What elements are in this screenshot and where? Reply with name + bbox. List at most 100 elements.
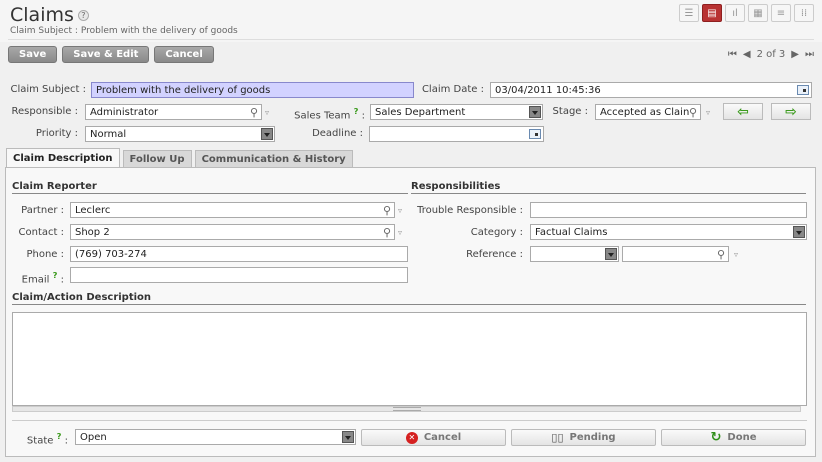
description-textarea[interactable] [12, 312, 807, 406]
stage-search-icon[interactable]: ⚲ [689, 106, 697, 119]
pager-prev-icon[interactable]: ◀ [743, 49, 751, 60]
arrow-right-icon: ⇨ [785, 103, 797, 120]
next-stage-button[interactable]: ⇨ [771, 103, 811, 120]
done-button[interactable]: ↻ Done [661, 429, 806, 446]
responsibilities-divider [411, 193, 806, 194]
tab-communication-history[interactable]: Communication & History [194, 150, 353, 167]
responsible-label: Responsible : [11, 106, 78, 117]
sales-team-label: Sales Team ? : [280, 106, 365, 121]
phone-label: Phone : [26, 249, 64, 260]
help-icon[interactable]: ? [77, 10, 89, 21]
claim-date-label: Claim Date : [421, 84, 484, 95]
email-colon: : [60, 274, 64, 286]
header-divider [8, 39, 814, 40]
cancel-icon: ✕ [405, 431, 418, 444]
contact-label: Contact : [18, 227, 64, 238]
done-label: Done [727, 432, 757, 443]
list-view-icon[interactable]: ☰ [679, 4, 699, 22]
deadline-label: Deadline : [312, 128, 363, 139]
toolbar: Save Save & Edit Cancel [8, 46, 214, 63]
grid-view-icon[interactable]: ⁞⁞ [794, 4, 814, 22]
form-view-icon[interactable]: ▤ [702, 4, 722, 22]
previous-stage-button[interactable]: ⇦ [723, 103, 763, 120]
email-help-icon[interactable]: ? [53, 270, 58, 280]
responsible-dropdown-icon[interactable]: ▿ [265, 108, 269, 117]
state-select[interactable]: Open [75, 429, 356, 445]
arrow-left-icon: ⇦ [737, 103, 749, 120]
sales-team-select[interactable]: Sales Department [370, 104, 543, 120]
category-select[interactable]: Factual Claims [530, 224, 807, 240]
claim-reporter-title: Claim Reporter [12, 181, 97, 192]
claim-subject-input[interactable]: Problem with the delivery of goods [91, 82, 414, 98]
pager-first-icon[interactable]: ⏮ [728, 49, 737, 60]
pager-next-icon[interactable]: ▶ [791, 49, 799, 60]
notebook-tabs: Claim Description Follow Up Communicatio… [6, 148, 353, 167]
state-colon: : [64, 435, 68, 447]
reference-label: Reference : [466, 249, 523, 260]
email-label-text: Email [21, 274, 50, 286]
gantt-view-icon[interactable]: ≡ [771, 4, 791, 22]
contact-dropdown-icon[interactable]: ▿ [398, 228, 402, 237]
cancel-button[interactable]: Cancel [154, 46, 214, 63]
description-title: Claim/Action Description [12, 292, 152, 303]
pager-text: 2 of 3 [756, 49, 786, 60]
state-help-icon[interactable]: ? [57, 431, 62, 441]
deadline-input[interactable] [369, 126, 544, 142]
reference-model-select[interactable] [530, 246, 619, 262]
claim-date-input[interactable]: 03/04/2011 10:45:36 [490, 82, 812, 98]
state-value: Open [80, 431, 107, 443]
deadline-calendar-icon[interactable] [529, 129, 541, 139]
tab-claim-description[interactable]: Claim Description [6, 148, 120, 167]
stage-input[interactable]: Accepted as Clain ⚲ [595, 104, 701, 120]
stage-value: Accepted as Clain [600, 106, 690, 118]
reference-value-input[interactable]: ⚲ [622, 246, 729, 262]
category-chevron-down-icon[interactable] [793, 226, 805, 238]
category-label: Category : [470, 227, 523, 238]
textarea-resize-handle[interactable] [12, 406, 801, 412]
page-title: Claims? [10, 4, 89, 26]
responsibilities-title: Responsibilities [411, 181, 501, 192]
graph-view-icon[interactable]: ıl [725, 4, 745, 22]
description-divider [12, 304, 806, 305]
responsible-value: Administrator [90, 106, 159, 118]
save-button[interactable]: Save [8, 46, 58, 63]
reference-chevron-down-icon[interactable] [605, 248, 617, 260]
responsible-input[interactable]: Administrator ⚲ [85, 104, 262, 120]
partner-dropdown-icon[interactable]: ▿ [398, 206, 402, 215]
trouble-responsible-label: Trouble Responsible : [417, 205, 523, 216]
contact-search-icon[interactable]: ⚲ [383, 226, 391, 239]
claim-date-value: 03/04/2011 10:45:36 [495, 84, 601, 96]
pending-button[interactable]: ▯▯ Pending [511, 429, 656, 446]
sales-team-help-icon[interactable]: ? [354, 106, 359, 116]
save-edit-button[interactable]: Save & Edit [62, 46, 150, 63]
reference-dropdown-icon[interactable]: ▿ [734, 250, 738, 259]
reference-search-icon[interactable]: ⚲ [717, 248, 725, 261]
partner-value: Leclerc [75, 204, 111, 216]
partner-input[interactable]: Leclerc ⚲ [70, 202, 395, 218]
claim-reporter-divider [12, 193, 408, 194]
pager: ⏮ ◀ 2 of 3 ▶ ⏭ [728, 49, 814, 60]
state-divider [12, 420, 807, 421]
calendar-icon[interactable] [797, 85, 809, 95]
tab-follow-up[interactable]: Follow Up [122, 150, 192, 167]
pager-last-icon[interactable]: ⏭ [805, 49, 814, 60]
state-chevron-down-icon[interactable] [342, 431, 354, 443]
partner-search-icon[interactable]: ⚲ [383, 204, 391, 217]
pause-icon: ▯▯ [551, 431, 564, 444]
cancel-state-button[interactable]: ✕ Cancel [361, 429, 506, 446]
grip-icon [393, 407, 421, 411]
state-label-text: State [26, 435, 54, 447]
phone-input[interactable]: (769) 703-274 [70, 246, 408, 262]
email-input[interactable] [70, 267, 408, 283]
contact-input[interactable]: Shop 2 ⚲ [70, 224, 395, 240]
stage-dropdown-icon[interactable]: ▿ [706, 108, 710, 117]
calendar-view-icon[interactable]: ▦ [748, 4, 768, 22]
chevron-down-icon[interactable] [529, 106, 541, 118]
search-icon[interactable]: ⚲ [250, 106, 258, 119]
priority-select[interactable]: Normal [85, 126, 275, 142]
sales-team-value: Sales Department [375, 106, 466, 118]
trouble-responsible-input[interactable] [530, 202, 807, 218]
priority-chevron-down-icon[interactable] [261, 128, 273, 140]
view-switcher: ☰ ▤ ıl ▦ ≡ ⁞⁞ [679, 4, 814, 22]
state-label: State ? : [12, 431, 68, 446]
